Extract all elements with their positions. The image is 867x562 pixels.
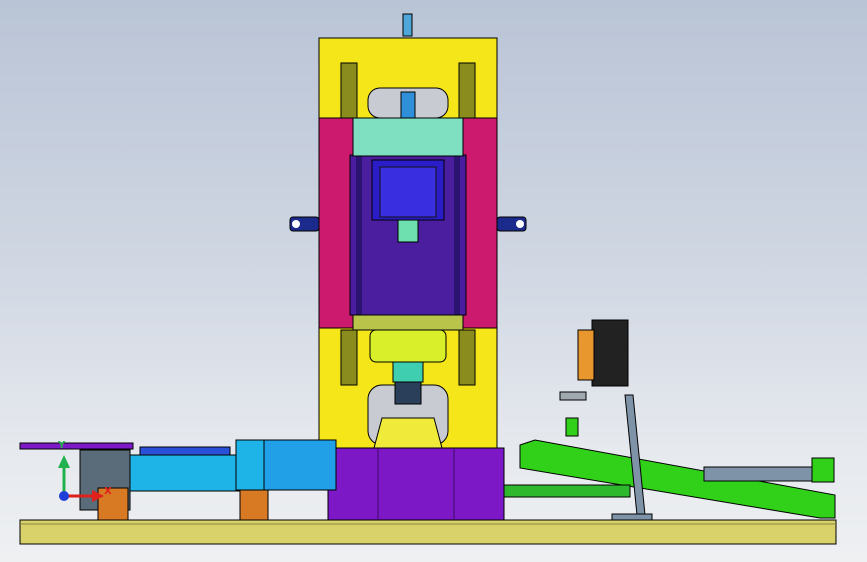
coupling (397, 219, 419, 243)
triad-y-label: Y (58, 440, 66, 451)
side-knob-left (289, 216, 320, 232)
triad-x-label: X (104, 486, 112, 497)
feed-cylinder (19, 439, 337, 521)
side-knob-right (496, 216, 527, 232)
cad-assembly-view (19, 13, 837, 545)
top-post (402, 13, 413, 37)
ejector-ramp (503, 439, 836, 519)
die-block (327, 447, 505, 521)
